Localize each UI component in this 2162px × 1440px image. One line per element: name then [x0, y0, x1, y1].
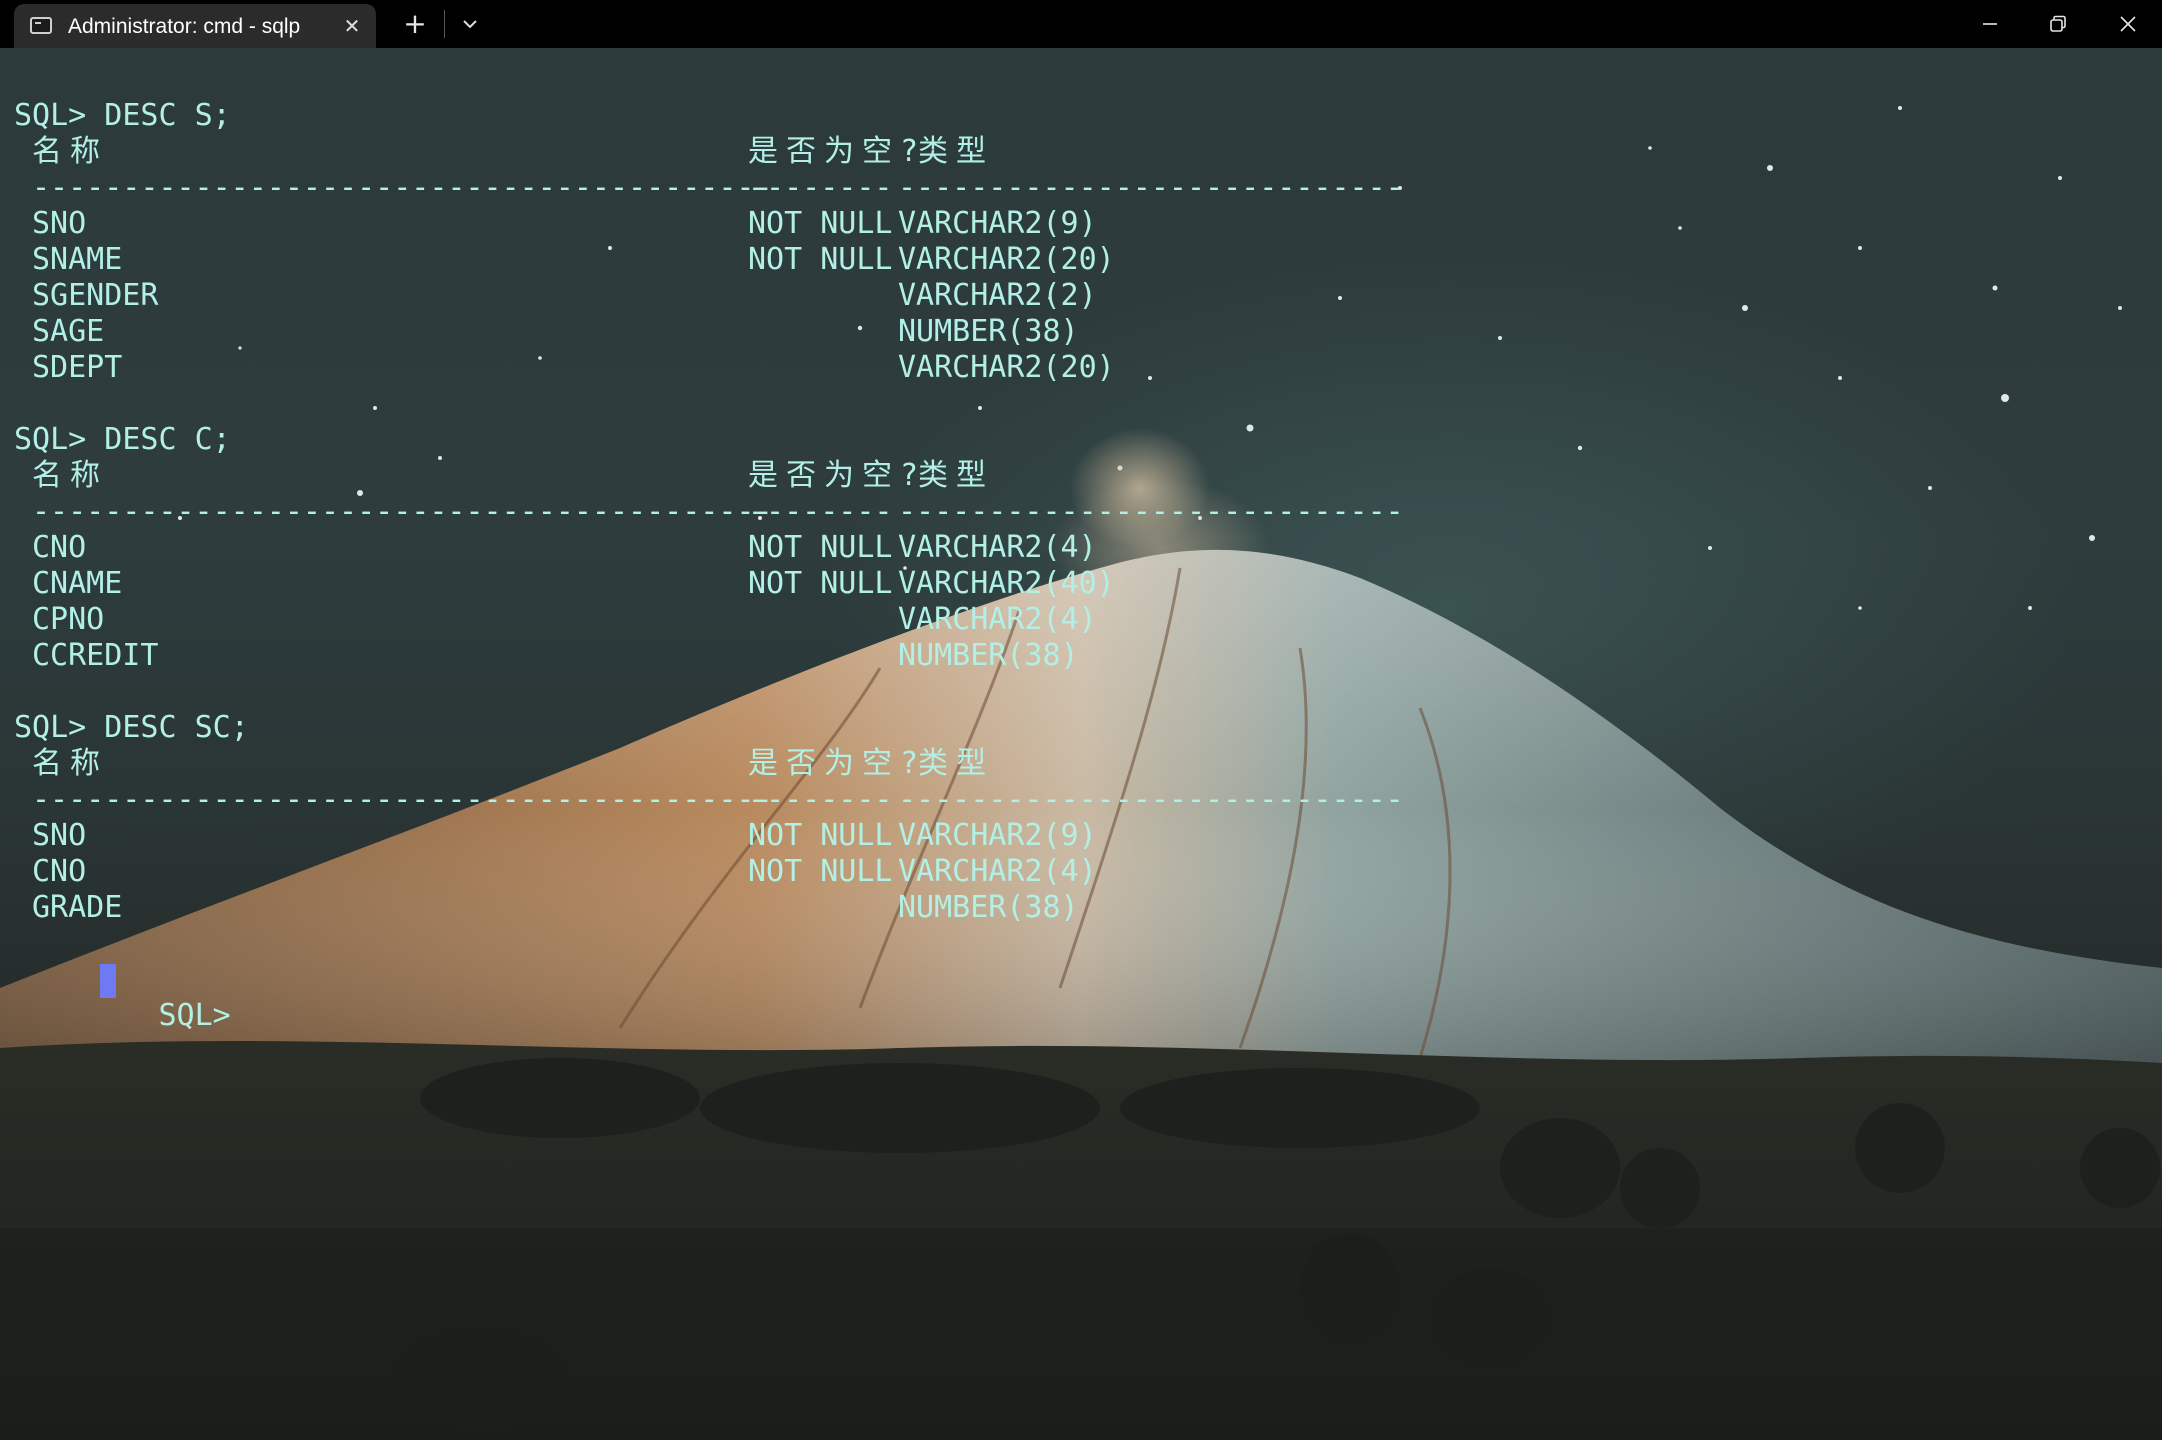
- separator-null: --------: [748, 782, 893, 817]
- separator-row: ----------------------------------------…: [14, 494, 1404, 530]
- column-type: VARCHAR2(20): [898, 242, 1115, 277]
- header-null: 是否为空?: [748, 458, 927, 493]
- table-row: SAGE NUMBER(38): [14, 314, 1079, 350]
- separator-type: ----------------------------: [898, 170, 1404, 205]
- column-name: SAGE: [32, 314, 105, 349]
- chevron-down-icon[interactable]: [456, 8, 484, 40]
- table-row: SDEPT VARCHAR2(20): [14, 350, 1115, 386]
- restore-icon: [2050, 15, 2066, 32]
- separator-name: ----------------------------------------…: [32, 170, 773, 205]
- column-name: SDEPT: [32, 350, 123, 385]
- column-name: CCREDIT: [32, 638, 159, 673]
- column-name: CNAME: [32, 566, 123, 601]
- column-null: NOT NULL: [748, 818, 893, 853]
- table-row: CNO NOT NULL VARCHAR2(4): [14, 530, 1097, 566]
- tab-title: Administrator: cmd - sqlp: [68, 15, 301, 38]
- column-null: NOT NULL: [748, 854, 893, 889]
- column-name: CNO: [32, 530, 87, 565]
- separator-row: ----------------------------------------…: [14, 782, 1404, 818]
- text-cursor: [100, 964, 116, 998]
- command-text: SQL> DESC SC;: [14, 710, 249, 745]
- separator-row: ----------------------------------------…: [14, 170, 1404, 206]
- tab-separator: [444, 10, 445, 38]
- header-null: 是否为空?: [748, 746, 927, 781]
- separator-type: ----------------------------: [898, 782, 1404, 817]
- header-type: 类型: [918, 746, 994, 781]
- column-name: CPNO: [32, 602, 105, 637]
- tab-cmd-sqlp[interactable]: Administrator: cmd - sqlp ✕: [14, 4, 376, 48]
- table-row: SNO NOT NULL VARCHAR2(9): [14, 206, 1097, 242]
- prompt-text: SQL>: [158, 998, 231, 1033]
- column-type: VARCHAR2(4): [898, 602, 1097, 637]
- table-row: CPNO VARCHAR2(4): [14, 602, 1097, 638]
- command-text: SQL> DESC C;: [14, 422, 231, 457]
- column-null: NOT NULL: [748, 206, 893, 241]
- column-type: VARCHAR2(9): [898, 818, 1097, 853]
- command-line: SQL> DESC C;: [14, 422, 231, 458]
- column-name: SGENDER: [32, 278, 159, 313]
- table-row: CNAME NOT NULL VARCHAR2(40): [14, 566, 1115, 602]
- column-type: VARCHAR2(4): [898, 854, 1097, 889]
- command-line: SQL> DESC SC;: [14, 710, 249, 746]
- header-type: 类型: [918, 458, 994, 493]
- table-row: SNAME NOT NULL VARCHAR2(20): [14, 242, 1115, 278]
- column-type: NUMBER(38): [898, 890, 1079, 925]
- column-null: NOT NULL: [748, 530, 893, 565]
- table-row: SNO NOT NULL VARCHAR2(9): [14, 818, 1097, 854]
- table-row: CNO NOT NULL VARCHAR2(4): [14, 854, 1097, 890]
- header-row: 名称 是否为空? 类型: [14, 458, 986, 494]
- column-name: SNO: [32, 206, 87, 241]
- close-tab-icon[interactable]: ✕: [340, 14, 364, 38]
- title-bar: Administrator: cmd - sqlp ✕ +: [0, 0, 2162, 48]
- column-type: VARCHAR2(4): [898, 530, 1097, 565]
- column-null: NOT NULL: [748, 242, 893, 277]
- terminal-area[interactable]: SQL> DESC S; 名称 是否为空? 类型 ---------------…: [0, 48, 2162, 1440]
- table-row: SGENDER VARCHAR2(2): [14, 278, 1097, 314]
- close-icon: [2120, 16, 2136, 32]
- header-row: 名称 是否为空? 类型: [14, 134, 986, 170]
- header-name: 名称: [32, 746, 108, 781]
- column-type: NUMBER(38): [898, 638, 1079, 673]
- header-row: 名称 是否为空? 类型: [14, 746, 986, 782]
- column-type: VARCHAR2(9): [898, 206, 1097, 241]
- separator-type: ----------------------------: [898, 494, 1404, 529]
- minimize-icon: [1983, 23, 1997, 25]
- table-row: CCREDIT NUMBER(38): [14, 638, 1079, 674]
- column-name: SNAME: [32, 242, 123, 277]
- prompt-line[interactable]: SQL>: [14, 962, 231, 1033]
- terminal-window: Administrator: cmd - sqlp ✕ + SQL> DESC …: [0, 0, 2162, 1440]
- terminal-icon: [30, 17, 52, 34]
- column-name: SNO: [32, 818, 87, 853]
- command-text: SQL> DESC S;: [14, 98, 231, 133]
- column-type: VARCHAR2(20): [898, 350, 1115, 385]
- restore-button[interactable]: [2024, 0, 2092, 48]
- separator-null: --------: [748, 170, 893, 205]
- minimize-button[interactable]: [1956, 0, 2024, 48]
- close-window-button[interactable]: [2094, 0, 2162, 48]
- column-type: VARCHAR2(2): [898, 278, 1097, 313]
- table-row: GRADE NUMBER(38): [14, 890, 1079, 926]
- column-type: VARCHAR2(40): [898, 566, 1115, 601]
- new-tab-button[interactable]: +: [400, 6, 430, 42]
- separator-name: ----------------------------------------…: [32, 782, 773, 817]
- column-name: GRADE: [32, 890, 123, 925]
- header-name: 名称: [32, 134, 108, 169]
- header-name: 名称: [32, 458, 108, 493]
- separator-name: ----------------------------------------…: [32, 494, 773, 529]
- command-line: SQL> DESC S;: [14, 98, 231, 134]
- header-type: 类型: [918, 134, 994, 169]
- separator-null: --------: [748, 494, 893, 529]
- column-name: CNO: [32, 854, 87, 889]
- header-null: 是否为空?: [748, 134, 927, 169]
- column-null: NOT NULL: [748, 566, 893, 601]
- column-type: NUMBER(38): [898, 314, 1079, 349]
